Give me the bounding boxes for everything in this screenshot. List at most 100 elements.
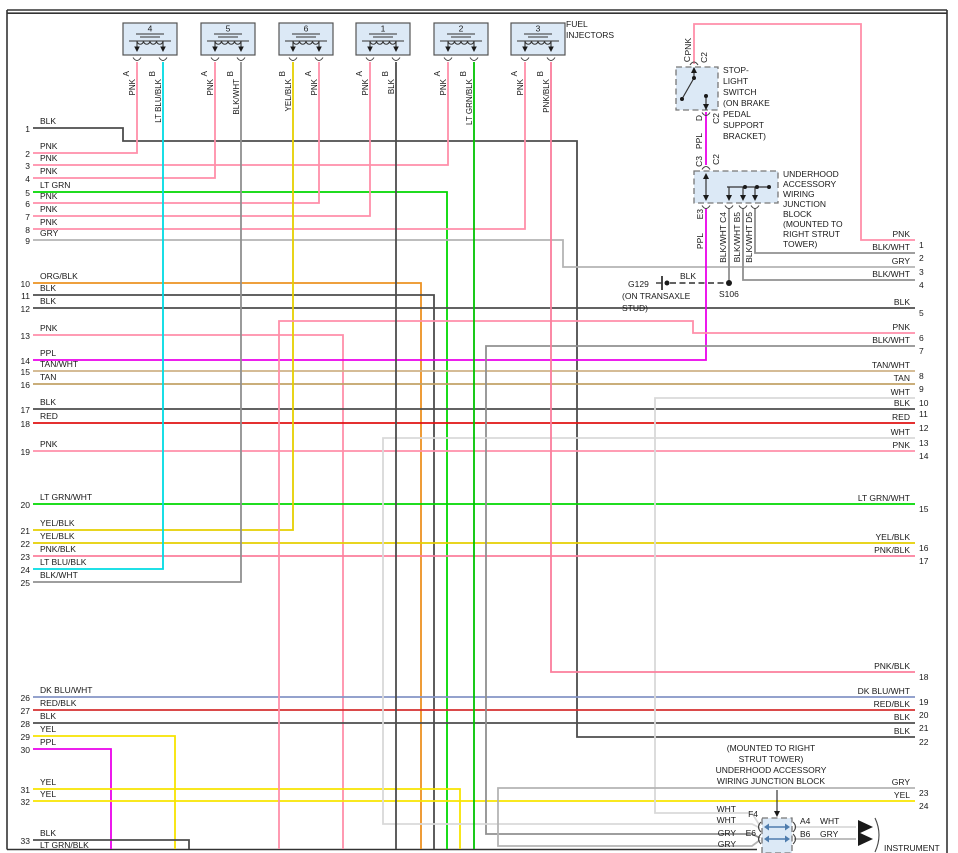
connector-arc-icon [288, 57, 298, 61]
right-row-number: 3 [919, 267, 924, 277]
right-wire-label: GRY [892, 777, 911, 787]
injector-number: 6 [304, 24, 309, 34]
text-label: INSTRUMENT [884, 843, 940, 853]
injector-wire-label: YEL/BLK [284, 78, 293, 111]
connector-arc-icon [701, 205, 711, 210]
splice-dot [692, 76, 696, 80]
text-label: (ON TRANSAXLE [622, 291, 691, 301]
left-row-number: 28 [21, 719, 31, 729]
text-label: STUD) [622, 303, 648, 313]
injector-pin-letter: B [226, 71, 235, 76]
right-row-number: 9 [919, 384, 924, 394]
left-wire-label: BLK [40, 711, 56, 721]
left-row-number: 21 [21, 526, 31, 536]
left-wire-label: BLK [40, 283, 56, 293]
left-wire-label: YEL [40, 724, 56, 734]
left-wire-label: YEL/BLK [40, 531, 75, 541]
left-wire-label: DK BLU/WHT [40, 685, 92, 695]
left-wire-label: PPL [40, 737, 56, 747]
text-label: RIGHT STRUT [783, 229, 840, 239]
right-row-number: 2 [919, 253, 924, 263]
wire-gry [497, 787, 915, 847]
left-wire-label: PNK [40, 204, 58, 214]
left-wire-label: ORG/BLK [40, 271, 78, 281]
text-label: PNK [683, 38, 693, 56]
right-row-number: 24 [919, 801, 929, 811]
right-row-number: 8 [919, 371, 924, 381]
text-label: BLK [680, 271, 696, 281]
connector-arc-icon [210, 57, 220, 61]
text-label: SWITCH [723, 87, 757, 97]
left-row-number: 2 [25, 149, 30, 159]
left-row-number: 7 [25, 212, 30, 222]
right-row-number: 7 [919, 346, 924, 356]
injector-pin-letter: B [278, 71, 287, 76]
left-wire-label: TAN [40, 372, 56, 382]
right-row-number: 10 [919, 398, 929, 408]
right-wire-label: BLK [894, 297, 910, 307]
text-label: WIRING [783, 189, 815, 199]
wire-ppl [33, 208, 707, 361]
injector-pin-letter: A [304, 70, 313, 76]
injector-number: 2 [459, 24, 464, 34]
right-wire-label: RED [892, 412, 910, 422]
left-row-number: 10 [21, 279, 31, 289]
left-row-number: 8 [25, 225, 30, 235]
text-label: UNDERHOOD [783, 169, 839, 179]
left-row-number: 31 [21, 785, 31, 795]
left-row-number: 20 [21, 500, 31, 510]
left-row-number: 19 [21, 447, 31, 457]
text-label: FUEL [566, 19, 588, 29]
text-label: WHT [717, 804, 736, 814]
text-label: A4 [800, 816, 811, 826]
connector-arc-icon [520, 57, 530, 61]
injector-wire-label: PNK [206, 78, 215, 95]
text-label: C2 [711, 113, 721, 124]
connector-arc-icon [314, 57, 324, 61]
left-wire-label: BLK/WHT [40, 570, 78, 580]
wire-blk [33, 294, 435, 849]
splice-dot [767, 185, 771, 189]
text-label: B6 [800, 829, 811, 839]
text-label: LIGHT [723, 76, 748, 86]
left-wire-label: PNK [40, 166, 58, 176]
left-row-number: 11 [21, 291, 30, 301]
left-wire-label: RED/BLK [40, 698, 77, 708]
left-row-number: 5 [25, 188, 30, 198]
right-wire-label: LT GRN/WHT [858, 493, 910, 503]
connector-arc-icon [469, 57, 479, 61]
injector-number: 5 [226, 24, 231, 34]
underhood-junction-block-2-box [761, 817, 793, 853]
left-row-number: 1 [25, 124, 30, 134]
right-wire-label: WHT [891, 387, 910, 397]
left-row-number: 14 [21, 356, 31, 366]
left-row-number: 33 [21, 836, 31, 846]
connector-arc-icon [236, 57, 246, 61]
right-row-number: 4 [919, 280, 924, 290]
text-label: GRY [718, 839, 737, 849]
right-wire-label: YEL [894, 790, 910, 800]
wire-org [33, 282, 422, 849]
right-row-number: 18 [919, 672, 929, 682]
right-row-number: 23 [919, 788, 929, 798]
left-wire-label: YEL [40, 789, 56, 799]
left-row-number: 32 [21, 797, 31, 807]
wiring-diagram-page: 4 A PNK B LT BLU/BLK 5 A PNK B BLK/WHT 6 B YEL/BLK A P… [0, 0, 958, 853]
text-label: D [694, 115, 704, 121]
left-wire-label: BLK [40, 116, 56, 126]
text-label: WHT [717, 815, 736, 825]
text-label: C3 [694, 156, 704, 167]
right-wire-label: DK BLU/WHT [858, 686, 910, 696]
left-row-number: 23 [21, 552, 31, 562]
left-row-number: 15 [21, 367, 31, 377]
left-wire-label: LT BLU/BLK [40, 557, 87, 567]
text-label: S106 [719, 289, 739, 299]
text-label: WHT [820, 816, 839, 826]
wire-pnk [33, 334, 344, 849]
connector-arc-icon [443, 57, 453, 61]
left-row-number: 12 [21, 304, 31, 314]
left-wire-label: YEL [40, 777, 56, 787]
connector-arc-icon [365, 57, 375, 61]
left-wire-label: PNK [40, 439, 58, 449]
stop-light-switch-box [675, 66, 719, 111]
